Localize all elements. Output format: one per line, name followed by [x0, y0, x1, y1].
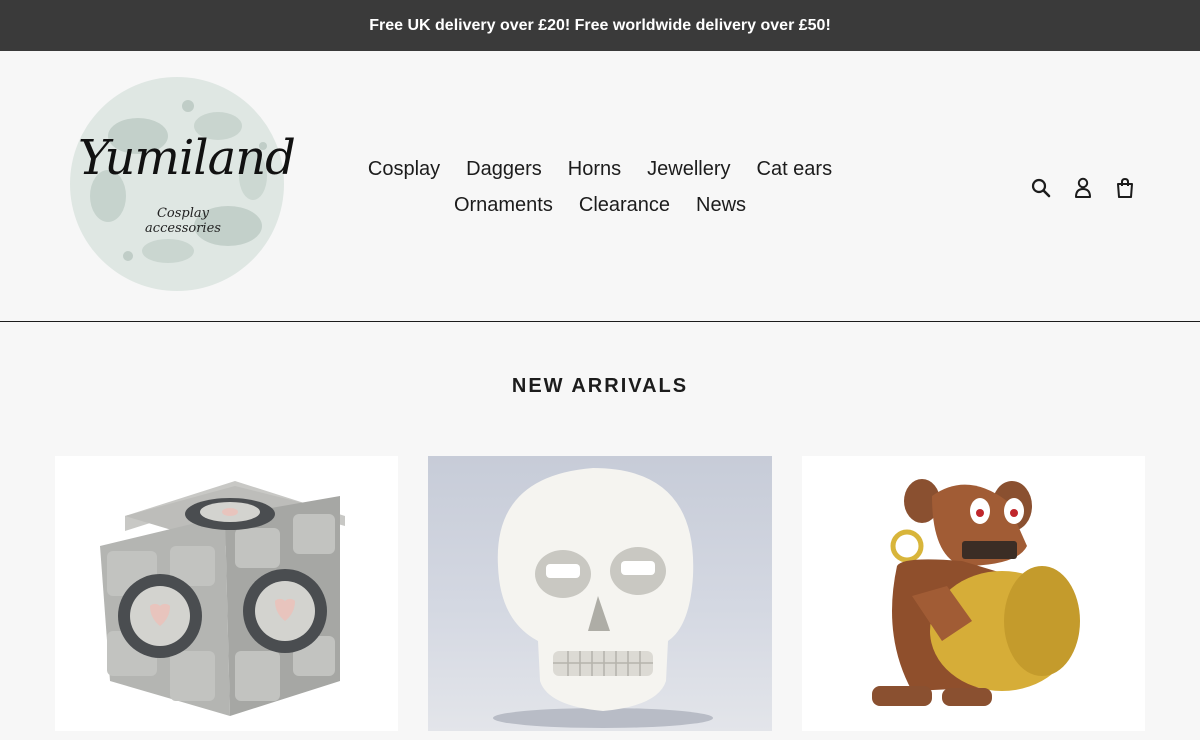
announcement-bar: Free UK delivery over £20! Free worldwid… — [0, 0, 1200, 51]
logo-name: Yumiland — [78, 130, 296, 186]
nav-row-1: Cosplay Daggers Horns Jewellery Cat ears — [340, 151, 860, 187]
cymbal-monkey-image — [872, 479, 1080, 706]
section-title: NEW ARRIVALS — [511, 375, 689, 397]
nav-item-cat-ears[interactable]: Cat ears — [757, 151, 833, 187]
main-nav: Cosplay Daggers Horns Jewellery Cat ears… — [340, 151, 860, 223]
nav-item-clearance[interactable]: Clearance — [579, 187, 670, 223]
account-icon[interactable] — [1072, 176, 1094, 200]
nav-row-2: Ornaments Clearance News — [340, 187, 860, 223]
cart-icon[interactable] — [1114, 176, 1136, 200]
nav-item-horns[interactable]: Horns — [568, 151, 621, 187]
product-card-2[interactable] — [428, 456, 772, 731]
nav-item-cosplay[interactable]: Cosplay — [368, 151, 440, 187]
companion-cube-image — [100, 481, 345, 716]
nav-item-jewellery[interactable]: Jewellery — [647, 151, 730, 187]
skull-image — [493, 468, 713, 728]
nav-item-ornaments[interactable]: Ornaments — [454, 187, 553, 223]
search-icon[interactable] — [1030, 176, 1052, 200]
logo-tagline: Cosplay accessories — [145, 206, 221, 236]
product-card-1[interactable] — [55, 456, 398, 731]
product-card-3[interactable] — [802, 456, 1145, 731]
site-header: Yumiland Cosplay accessories Cosplay Dag… — [0, 51, 1200, 322]
nav-item-daggers[interactable]: Daggers — [466, 151, 542, 187]
logo[interactable]: Yumiland Cosplay accessories — [68, 76, 296, 292]
announcement-text: Free UK delivery over £20! Free worldwid… — [369, 16, 831, 34]
header-icons — [1030, 176, 1136, 200]
nav-item-news[interactable]: News — [696, 187, 746, 223]
